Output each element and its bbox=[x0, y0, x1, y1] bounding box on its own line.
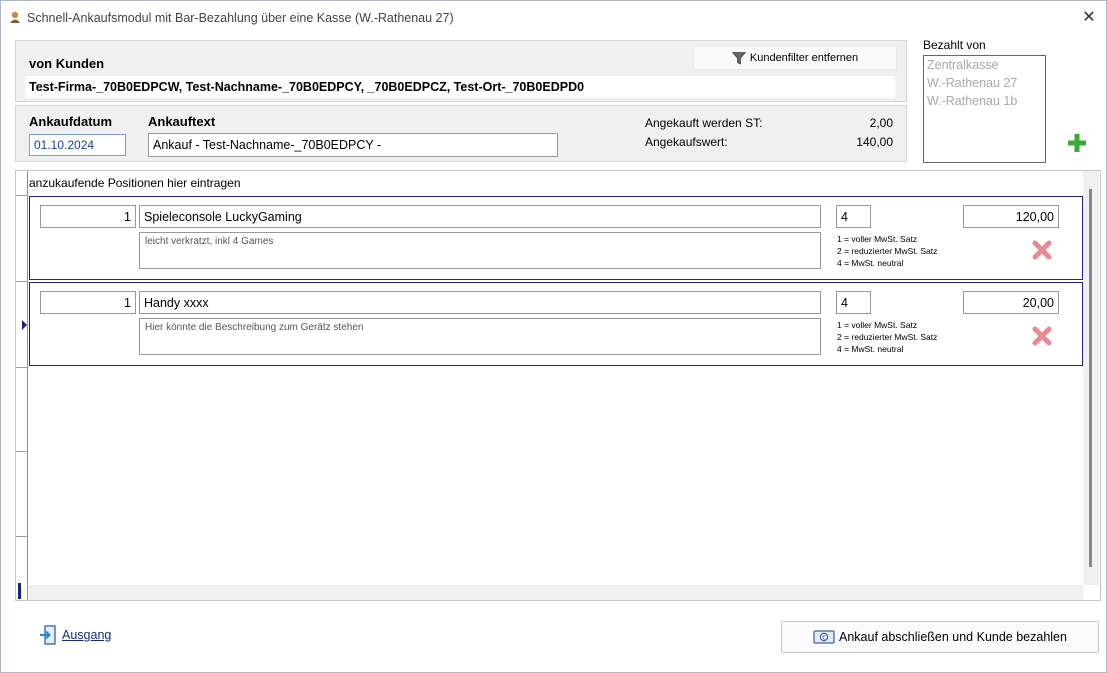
vertical-scrollbar[interactable] bbox=[1083, 171, 1099, 585]
paid-by-option-rathenau-27[interactable]: W.-Rathenau 27 bbox=[924, 74, 1045, 92]
delete-icon[interactable] bbox=[1031, 239, 1053, 261]
value-label: Angekaufswert: bbox=[645, 135, 728, 149]
quantity-input[interactable]: 1 bbox=[40, 205, 136, 228]
positions-grid: anzukaufende Positionen hier eintragen 1… bbox=[15, 170, 1101, 601]
row-selector-tick bbox=[16, 195, 28, 196]
count-value: 2,00 bbox=[869, 116, 893, 130]
cash-register-icon: € bbox=[813, 630, 835, 644]
title-bar: Schnell-Ankaufsmodul mit Bar-Bezahlung ü… bbox=[1, 1, 1106, 35]
tax-legend-line: 4 = MwSt. neutral bbox=[837, 344, 904, 354]
row-selector-tick bbox=[16, 451, 28, 452]
position-row[interactable]: 1 Handy xxxx Hier könnte die Beschreibun… bbox=[29, 282, 1083, 366]
value-amount: 140,00 bbox=[856, 135, 893, 149]
item-description-input[interactable]: leicht verkratzt, inkl 4 Games bbox=[139, 232, 821, 269]
row-selector-tick bbox=[16, 281, 28, 282]
window-title: Schnell-Ankaufsmodul mit Bar-Bezahlung ü… bbox=[27, 11, 454, 25]
purchase-date-label: Ankaufdatum bbox=[29, 114, 113, 129]
row-selector-tick bbox=[16, 367, 28, 368]
purchase-text-input[interactable]: Ankauf - Test-Nachname-_70B0EDPCY - bbox=[148, 133, 558, 157]
app-icon bbox=[10, 11, 20, 23]
purchase-date-input[interactable]: 01.10.2024 bbox=[29, 134, 126, 156]
remove-customer-filter-button[interactable]: Kundenfilter entfernen bbox=[693, 46, 897, 70]
paid-by-list[interactable]: Zentralkasse W.-Rathenau 27 W.-Rathenau … bbox=[923, 55, 1046, 163]
price-input[interactable]: 20,00 bbox=[963, 291, 1059, 314]
finish-and-pay-button[interactable]: € Ankauf abschließen und Kunde bezahlen bbox=[781, 621, 1099, 653]
price-input[interactable]: 120,00 bbox=[963, 205, 1059, 228]
current-row-arrow-icon bbox=[22, 320, 27, 330]
row-selector-tick bbox=[16, 536, 28, 537]
svg-text:€: € bbox=[822, 634, 826, 641]
filter-icon bbox=[731, 51, 746, 65]
tax-legend-line: 2 = reduzierter MwSt. Satz bbox=[837, 246, 938, 256]
dialog-window: Schnell-Ankaufsmodul mit Bar-Bezahlung ü… bbox=[0, 0, 1107, 673]
vertical-scroll-thumb[interactable] bbox=[1089, 189, 1092, 567]
exit-door-icon bbox=[40, 625, 56, 645]
quantity-input[interactable]: 1 bbox=[40, 291, 136, 314]
purchase-text-label: Ankauftext bbox=[148, 114, 216, 129]
paid-by-label: Bezahlt von bbox=[923, 38, 986, 52]
positions-header: anzukaufende Positionen hier eintragen bbox=[29, 176, 241, 190]
customer-label: von Kunden bbox=[29, 56, 105, 71]
tax-legend-line: 4 = MwSt. neutral bbox=[837, 258, 904, 268]
row-selector-column bbox=[16, 171, 28, 600]
item-description-input[interactable]: Hier könnte die Beschreibung zum Gerätz … bbox=[139, 318, 821, 355]
paid-by-option-rathenau-1b[interactable]: W.-Rathenau 1b bbox=[924, 92, 1045, 110]
delete-icon[interactable] bbox=[1031, 325, 1053, 347]
paid-by-option-zentralkasse[interactable]: Zentralkasse bbox=[924, 56, 1045, 74]
item-name-input[interactable]: Spieleconsole LuckyGaming bbox=[139, 205, 821, 228]
tax-legend-line: 1 = voller MwSt. Satz bbox=[837, 320, 918, 330]
close-icon: ✕ bbox=[1082, 9, 1096, 26]
count-label: Angekauft werden ST: bbox=[645, 116, 763, 130]
tax-legend-line: 1 = voller MwSt. Satz bbox=[837, 234, 918, 244]
customer-name: Test-Firma-_70B0EDPCW, Test-Nachname-_70… bbox=[25, 76, 895, 98]
horizontal-scrollbar[interactable] bbox=[29, 585, 1083, 600]
exit-link[interactable]: Ausgang bbox=[39, 625, 111, 645]
tax-legend: 1 = voller MwSt. Satz 2 = reduzierter Mw… bbox=[837, 319, 937, 355]
add-icon[interactable] bbox=[1066, 132, 1088, 154]
selector-marker bbox=[18, 583, 21, 599]
tax-legend: 1 = voller MwSt. Satz 2 = reduzierter Mw… bbox=[837, 233, 937, 269]
finish-and-pay-label: Ankauf abschließen und Kunde bezahlen bbox=[839, 630, 1067, 644]
tax-code-input[interactable]: 4 bbox=[836, 205, 871, 228]
exit-label: Ausgang bbox=[62, 628, 112, 642]
filter-button-label: Kundenfilter entfernen bbox=[749, 52, 859, 64]
item-name-input[interactable]: Handy xxxx bbox=[139, 291, 821, 314]
close-button[interactable]: ✕ bbox=[1078, 7, 1100, 29]
position-row[interactable]: 1 Spieleconsole LuckyGaming leicht verkr… bbox=[29, 196, 1083, 280]
tax-code-input[interactable]: 4 bbox=[836, 291, 871, 314]
tax-legend-line: 2 = reduzierter MwSt. Satz bbox=[837, 332, 938, 342]
